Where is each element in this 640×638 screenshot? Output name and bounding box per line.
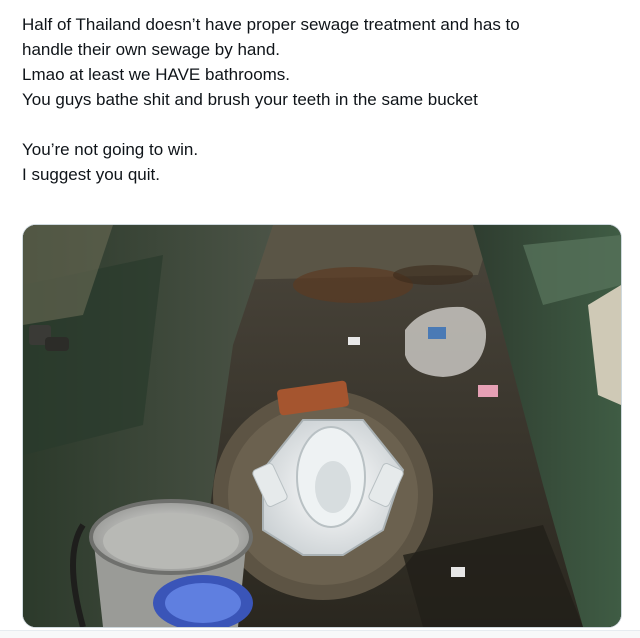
tweet-text-line-4: You guys bathe shit and brush your teeth… [22,90,478,109]
tweet-text: Half of Thailand doesn’t have proper sew… [22,12,622,187]
tweet-text-line-3: Lmao at least we HAVE bathrooms. [22,65,291,84]
bathroom-photo [23,225,621,627]
paper-litter [348,337,360,345]
tweet-text-line-1: Half of Thailand doesn’t have proper sew… [22,15,520,34]
card-bottom-edge [0,630,640,638]
tweet-text-line-5: You’re not going to win. [22,140,199,159]
blue-scoop-inner [165,583,241,623]
tweet-text-line-2: handle their own sewage by hand. [22,40,281,59]
floor-stain [393,265,473,285]
pink-litter [478,385,498,397]
litter-white [451,567,465,577]
tweet-card: Half of Thailand doesn’t have proper sew… [0,0,640,638]
tweet-photo[interactable] [22,224,622,628]
tweet-text-line-6: I suggest you quit. [22,165,160,184]
